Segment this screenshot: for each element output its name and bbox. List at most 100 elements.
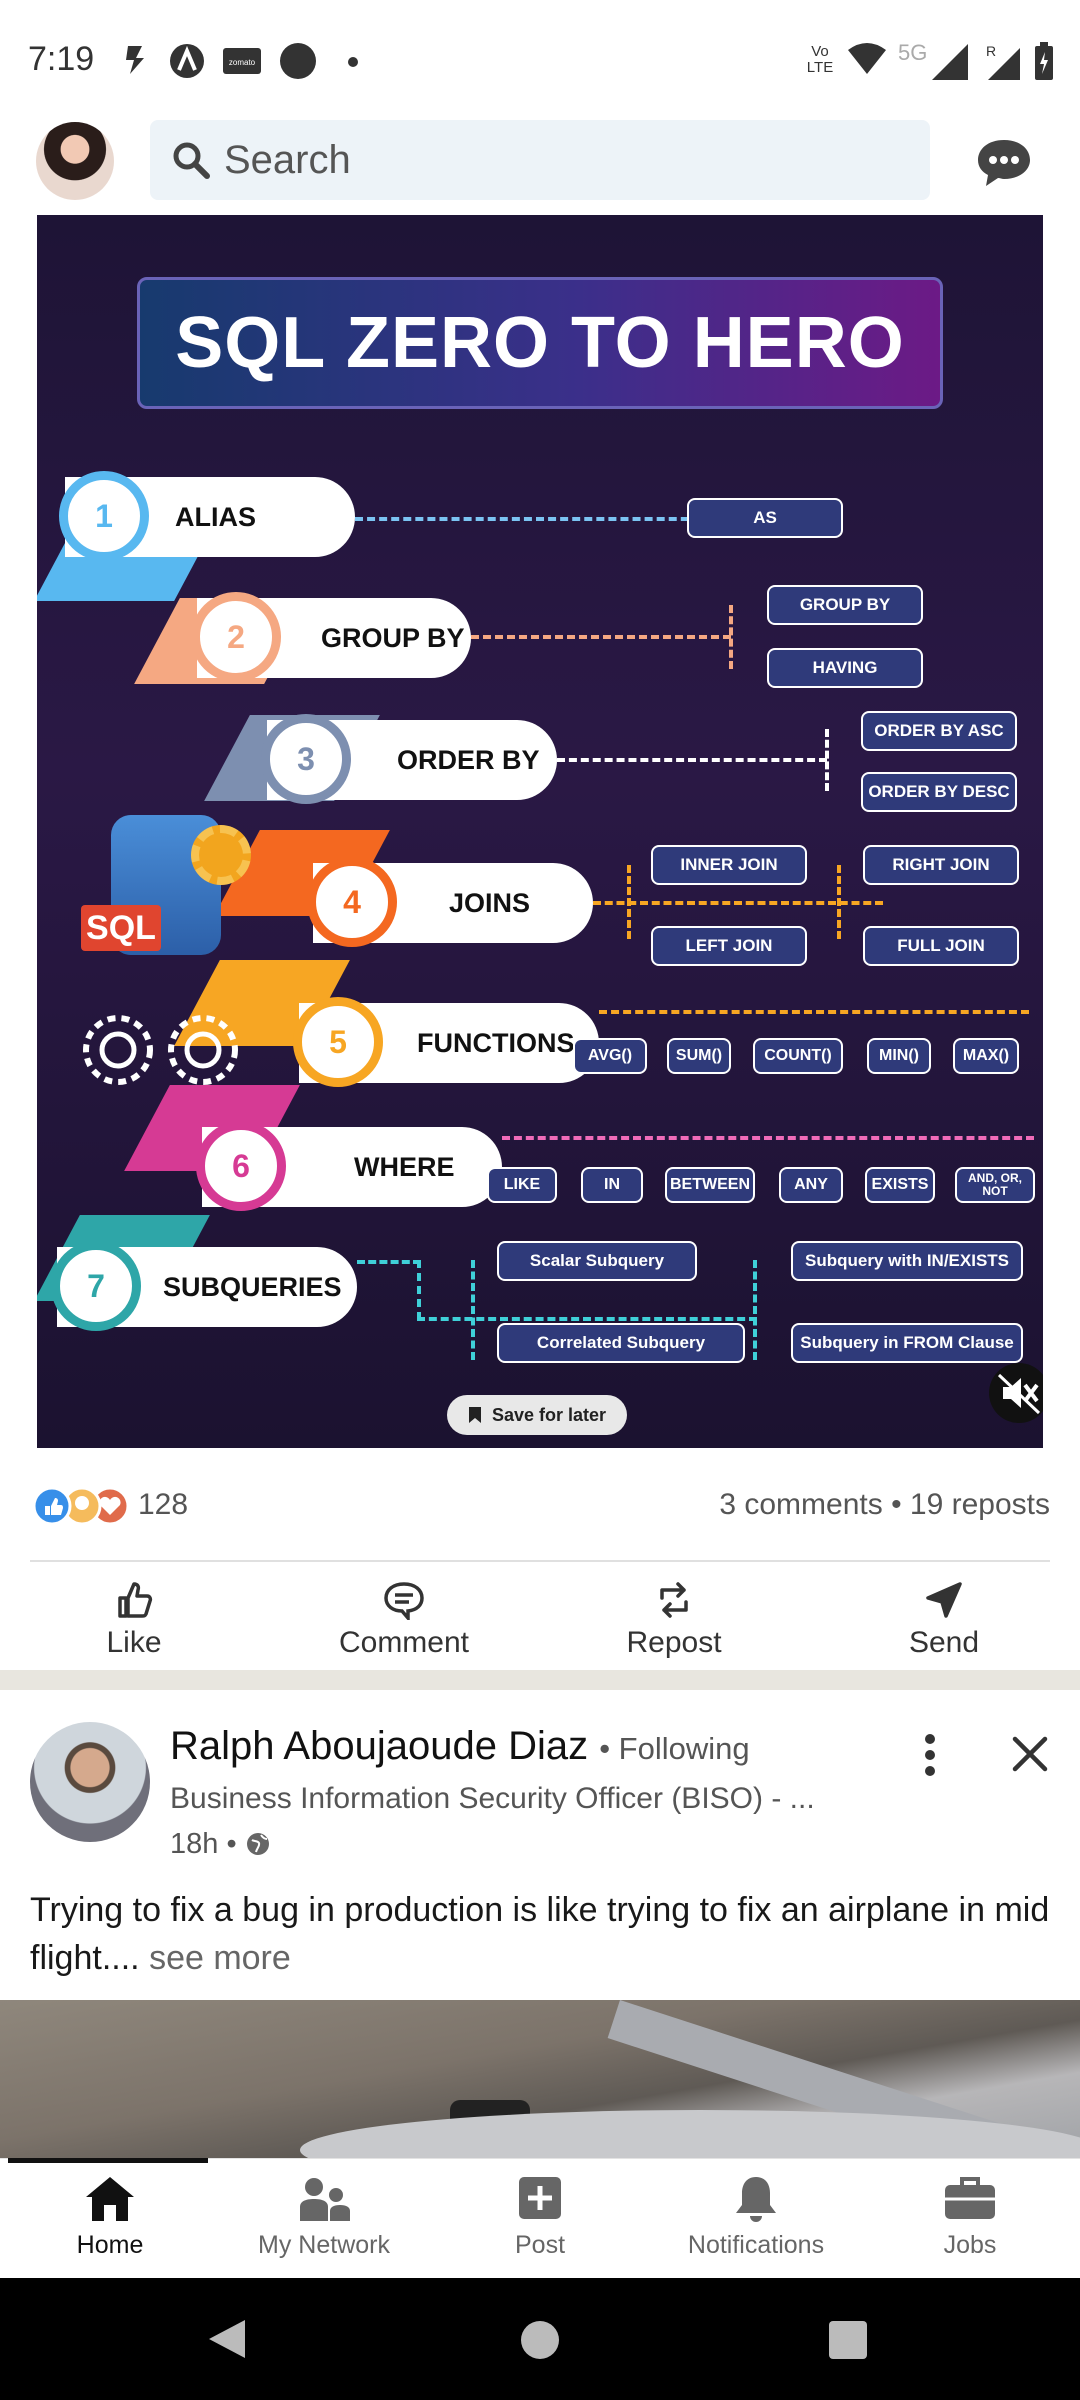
comment-icon — [384, 1582, 424, 1620]
globe-icon — [246, 1833, 269, 1855]
nav-jobs[interactable]: Jobs — [862, 2173, 1078, 2273]
send-button[interactable]: Send — [844, 1570, 1044, 1670]
chip-any: ANY — [779, 1167, 843, 1203]
save-for-later-button[interactable]: Save for later — [447, 1395, 627, 1435]
status-bar: 7:19 zomato Vo LTE 5G R — [0, 0, 1080, 110]
post-text[interactable]: Trying to fix a bug in production is lik… — [30, 1886, 1060, 1982]
nav-jobs-label: Jobs — [943, 2231, 997, 2259]
dismiss-post-button[interactable] — [1010, 1734, 1050, 1779]
chip-subquery-in-from: Subquery in FROM Clause — [791, 1323, 1023, 1363]
step-functions: 5 FUNCTIONS — [293, 997, 599, 1087]
step-label: GROUP BY — [321, 622, 465, 653]
nav-notifications-label: Notifications — [687, 2231, 825, 2259]
post-image-airplane[interactable] — [0, 2000, 1080, 2160]
step-group-by: 2 GROUP BY — [191, 592, 471, 682]
chip-right-join: RIGHT JOIN — [863, 845, 1019, 885]
chip-having: HAVING — [767, 648, 923, 688]
nav-my-network[interactable]: My Network — [216, 2173, 432, 2273]
nav-notifications[interactable]: Notifications — [648, 2173, 864, 2273]
network-people-icon — [300, 2178, 350, 2221]
more-vertical-icon — [925, 1734, 935, 1776]
connector-line — [357, 1260, 421, 1264]
gears-icon — [83, 1015, 238, 1085]
nav-post[interactable]: Post — [432, 2173, 648, 2273]
comments-reposts-count[interactable]: 3 comments • 19 reposts — [719, 1488, 1050, 1522]
step-number: 6 — [196, 1121, 286, 1211]
reaction-icons[interactable] — [30, 1484, 130, 1528]
connector-line — [557, 758, 827, 762]
step-joins: 4 JOINS — [307, 857, 593, 947]
battery-icon — [1035, 42, 1053, 80]
step-number: 7 — [51, 1241, 141, 1331]
chip-exists: EXISTS — [865, 1167, 935, 1203]
step-number: 4 — [307, 857, 397, 947]
connector-line — [417, 1260, 421, 1320]
top-bar: Search — [0, 110, 1080, 214]
chip-left-join: LEFT JOIN — [651, 926, 807, 966]
home-circle-icon[interactable] — [518, 2318, 562, 2362]
nav-home-label: Home — [76, 2231, 144, 2259]
chip-and-or-not: AND, OR, NOT — [955, 1167, 1035, 1203]
post-infographic-image[interactable]: SQL ZERO TO HERO 1 ALIAS AS 2 GROUP BY G… — [37, 215, 1043, 1448]
see-more-link[interactable]: see more — [149, 1939, 291, 1977]
bookmark-icon — [468, 1407, 481, 1423]
chip-inner-join: INNER JOIN — [651, 845, 807, 885]
nav-home[interactable]: Home — [2, 2173, 218, 2273]
comment-button[interactable]: Comment — [304, 1570, 504, 1670]
chip-order-by-desc: ORDER BY DESC — [861, 772, 1017, 812]
search-bar[interactable]: Search — [150, 120, 930, 200]
connector-line — [471, 635, 731, 639]
like-button[interactable]: Like — [34, 1570, 234, 1670]
svg-text:R: R — [986, 43, 996, 59]
network-type-label: 5G — [898, 40, 928, 65]
repost-label: Repost — [626, 1626, 722, 1659]
messaging-icon[interactable] — [976, 136, 1032, 188]
chip-sum: SUM() — [667, 1038, 731, 1074]
connector-line — [729, 605, 733, 669]
repost-button[interactable]: Repost — [574, 1570, 774, 1670]
app-a-icon — [170, 44, 204, 78]
recents-icon[interactable] — [826, 2318, 870, 2362]
author-name[interactable]: Ralph Aboujaoude Diaz — [170, 1724, 588, 1768]
step-alias: 1 ALIAS — [59, 471, 355, 561]
system-navigation-bar — [0, 2278, 1080, 2400]
connector-line — [627, 865, 631, 939]
feed-separator — [0, 1670, 1080, 1690]
infographic-title: SQL ZERO TO HERO — [137, 277, 943, 409]
step-order-by: 3 ORDER BY — [261, 714, 557, 804]
back-icon[interactable] — [205, 2316, 251, 2362]
zomato-icon: zomato — [223, 48, 261, 74]
step-number: 3 — [261, 714, 351, 804]
more-notifications-dot-icon — [348, 57, 358, 67]
post-time-label: 18h • — [170, 1828, 237, 1860]
mute-button[interactable] — [989, 1363, 1043, 1423]
step-number: 5 — [293, 997, 383, 1087]
connector-line — [753, 1260, 757, 1360]
author-avatar[interactable] — [30, 1722, 150, 1842]
reaction-count[interactable]: 128 — [138, 1488, 188, 1522]
connector-line — [417, 1317, 757, 1321]
chip-scalar-subquery: Scalar Subquery — [497, 1241, 697, 1281]
step-label: ORDER BY — [397, 744, 540, 775]
close-icon — [1012, 1736, 1048, 1772]
nav-post-label: Post — [514, 2231, 566, 2259]
social-counts: 128 3 comments • 19 reposts — [30, 1478, 1050, 1538]
connector-line — [502, 1136, 1034, 1140]
author-headline: Business Information Security Officer (B… — [170, 1782, 815, 1815]
chip-as: AS — [687, 498, 843, 538]
status-time: 7:19 — [28, 40, 95, 78]
speaker-muted-icon — [997, 1373, 1041, 1415]
home-icon — [86, 2177, 134, 2221]
divider — [30, 1560, 1050, 1562]
connector-line — [471, 1260, 475, 1360]
author-line: Ralph Aboujaoude Diaz • Following — [170, 1724, 750, 1769]
profile-avatar[interactable] — [36, 122, 114, 200]
save-for-later-label: Save for later — [491, 1404, 607, 1425]
post-menu-button[interactable] — [910, 1730, 950, 1785]
volte-label: Vo LTE — [806, 43, 834, 76]
step-label: FUNCTIONS — [417, 1027, 575, 1058]
active-tab-indicator — [8, 2158, 208, 2163]
connector-line — [837, 865, 841, 939]
post-plus-icon — [519, 2177, 561, 2219]
chip-in: IN — [581, 1167, 643, 1203]
